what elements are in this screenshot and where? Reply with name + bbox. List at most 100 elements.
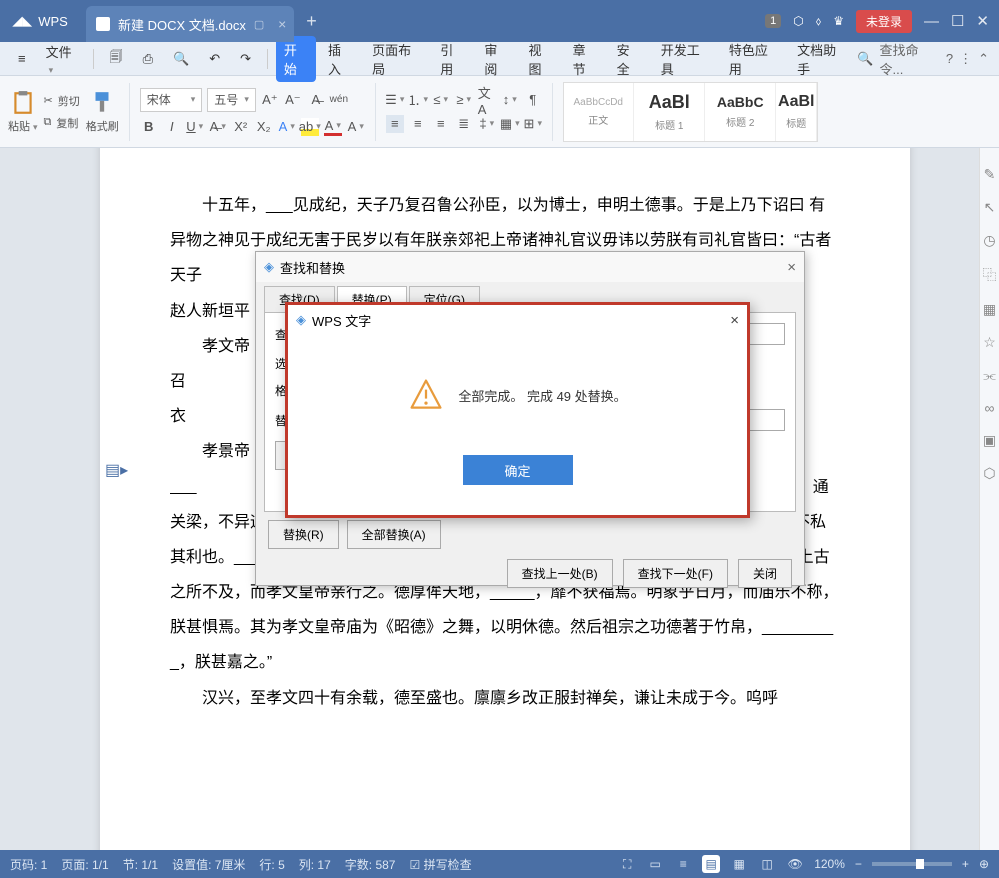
side-star-icon[interactable]: ☆ <box>983 334 996 351</box>
decrease-font-icon[interactable]: A⁻ <box>284 91 302 109</box>
side-pencil-icon[interactable]: ✎ <box>984 166 996 183</box>
status-section[interactable]: 节: 1/1 <box>123 856 158 873</box>
view-read-icon[interactable]: ▭ <box>646 855 664 873</box>
style-heading2[interactable]: AaBbC标题 2 <box>706 83 776 141</box>
subscript-button[interactable]: X₂ <box>255 118 273 136</box>
phonetic-icon[interactable]: wén <box>330 91 348 109</box>
char-shading-button[interactable]: A <box>347 118 365 136</box>
search-icon[interactable]: 🔍 <box>857 51 873 67</box>
quick-redo-icon[interactable]: ↷ <box>232 47 259 71</box>
tab-dev-tools[interactable]: 开发工具 <box>653 36 717 82</box>
zoom-in-button[interactable]: + <box>962 857 969 871</box>
tab-special[interactable]: 特色应用 <box>721 36 785 82</box>
indent-inc-button[interactable]: ≥ <box>455 91 473 109</box>
status-words[interactable]: 字数: 587 <box>345 856 396 873</box>
close-find-dialog-icon[interactable]: × <box>787 259 796 276</box>
style-title[interactable]: AaBl标题 <box>777 83 817 141</box>
side-gear-icon[interactable]: ⬡ <box>983 465 995 482</box>
paste-button[interactable]: 粘贴 <box>8 90 38 134</box>
tab-insert[interactable]: 插入 <box>320 36 360 82</box>
minimize-button[interactable]: — <box>924 13 939 30</box>
highlight-button[interactable]: ab <box>301 118 319 136</box>
new-tab-button[interactable]: + <box>294 0 329 42</box>
side-clipboard-icon[interactable]: ▦ <box>983 301 996 318</box>
strike-button[interactable]: A̶ <box>209 118 227 136</box>
text-direction-button[interactable]: 文A <box>478 91 496 109</box>
view-fullscreen-icon[interactable]: ⛶ <box>618 855 636 873</box>
show-marks-button[interactable]: ¶ <box>524 91 542 109</box>
search-placeholder[interactable]: 查找命令... <box>880 40 932 78</box>
style-gallery[interactable]: AaBbCcDd正文 AaBl标题 1 AaBbC标题 2 AaBl标题 <box>563 82 818 142</box>
quick-preview-icon[interactable]: 🔍 <box>165 47 197 71</box>
close-dialog-button[interactable]: 关闭 <box>738 559 792 588</box>
replace-button[interactable]: 替换(R) <box>268 520 339 549</box>
tab-review[interactable]: 审阅 <box>476 36 516 82</box>
tab-doc-helper[interactable]: 文档助手 <box>789 36 853 82</box>
indent-dec-button[interactable]: ≤ <box>432 91 450 109</box>
notification-badge[interactable]: 1 <box>765 14 781 28</box>
view-side-icon[interactable]: ◫ <box>758 855 776 873</box>
find-prev-button[interactable]: 查找上一处(B) <box>507 559 613 588</box>
tab-monitor-icon[interactable]: ▢ <box>254 18 264 31</box>
align-justify-button[interactable]: ≣ <box>455 115 473 133</box>
quick-print-icon[interactable]: ⎙ <box>135 47 161 71</box>
quick-save-icon[interactable]: 🗐 <box>102 44 131 74</box>
bold-button[interactable]: B <box>140 118 158 136</box>
close-alert-icon[interactable]: × <box>730 312 739 329</box>
status-setting[interactable]: 设置值: 7厘米 <box>172 856 245 873</box>
close-window-button[interactable]: ✕ <box>976 12 989 30</box>
tab-security[interactable]: 安全 <box>609 36 649 82</box>
clear-format-icon[interactable]: A̶ <box>307 91 325 109</box>
view-outline-icon[interactable]: ≡ <box>674 855 692 873</box>
copy-button[interactable]: ⧉复制 <box>44 115 80 131</box>
view-web-icon[interactable]: ▦ <box>730 855 748 873</box>
italic-button[interactable]: I <box>163 118 181 136</box>
status-line[interactable]: 行: 5 <box>259 856 284 873</box>
align-right-button[interactable]: ≡ <box>432 115 450 133</box>
crown-icon[interactable]: ♛ <box>833 14 844 28</box>
menu-file[interactable]: 文件 <box>38 38 85 80</box>
superscript-button[interactable]: X² <box>232 118 250 136</box>
view-eye-icon[interactable]: 👁 <box>786 855 804 873</box>
border-button[interactable]: ⊞ <box>524 115 542 133</box>
align-center-button[interactable]: ≡ <box>409 115 427 133</box>
zoom-out-button[interactable]: − <box>855 857 862 871</box>
tab-start[interactable]: 开始 <box>276 36 316 82</box>
help-icon[interactable]: ? <box>946 51 953 66</box>
maximize-button[interactable]: ☐ <box>951 12 964 30</box>
text-effect-button[interactable]: A <box>278 118 296 136</box>
tab-section[interactable]: 章节 <box>565 36 605 82</box>
line-spacing-button[interactable]: ‡ <box>478 115 496 133</box>
status-pages[interactable]: 页面: 1/1 <box>61 856 108 873</box>
status-col[interactable]: 列: 17 <box>299 856 331 873</box>
zoom-slider[interactable] <box>872 862 952 866</box>
quick-undo-icon[interactable]: ↶ <box>201 47 228 71</box>
shading-button[interactable]: ▦ <box>501 115 519 133</box>
menu-hamburger[interactable]: ≡ <box>10 47 34 70</box>
paragraph-gutter-icon[interactable]: ▤▸ <box>105 460 128 480</box>
bullet-list-button[interactable]: ☰ <box>386 91 404 109</box>
status-page-num[interactable]: 页码: 1 <box>10 856 47 873</box>
font-size-select[interactable]: 五号▾ <box>207 88 256 112</box>
increase-font-icon[interactable]: A⁺ <box>261 91 279 109</box>
sort-button[interactable]: ↕ <box>501 91 519 109</box>
format-painter-button[interactable]: 格式刷 <box>86 90 119 134</box>
zoom-value[interactable]: 120% <box>814 857 845 871</box>
tab-view[interactable]: 视图 <box>520 36 560 82</box>
font-color-button[interactable]: A <box>324 118 342 136</box>
paragraph[interactable]: 汉兴，至孝文四十有余载，德至盛也。廪廪乡改正服封禅矣，谦让未成于今。呜呼 <box>170 681 840 716</box>
style-heading1[interactable]: AaBl标题 1 <box>635 83 705 141</box>
cut-button[interactable]: ✂剪切 <box>44 93 80 109</box>
login-button[interactable]: 未登录 <box>856 10 912 33</box>
side-image-icon[interactable]: ▣ <box>983 432 996 449</box>
style-normal[interactable]: AaBbCcDd正文 <box>564 83 634 141</box>
replace-all-button[interactable]: 全部替换(A) <box>347 520 441 549</box>
find-next-button[interactable]: 查找下一处(F) <box>623 559 728 588</box>
collapse-ribbon-icon[interactable]: ⌃ <box>978 51 989 67</box>
align-left-button[interactable]: ≡ <box>386 115 404 133</box>
number-list-button[interactable]: ⒈ <box>409 91 427 109</box>
cloud-icon[interactable]: ⬨ <box>816 14 821 29</box>
more-icon[interactable]: ⋮ <box>959 51 972 67</box>
status-more-icon[interactable]: ⊕ <box>979 857 989 871</box>
tab-page-layout[interactable]: 页面布局 <box>364 36 428 82</box>
